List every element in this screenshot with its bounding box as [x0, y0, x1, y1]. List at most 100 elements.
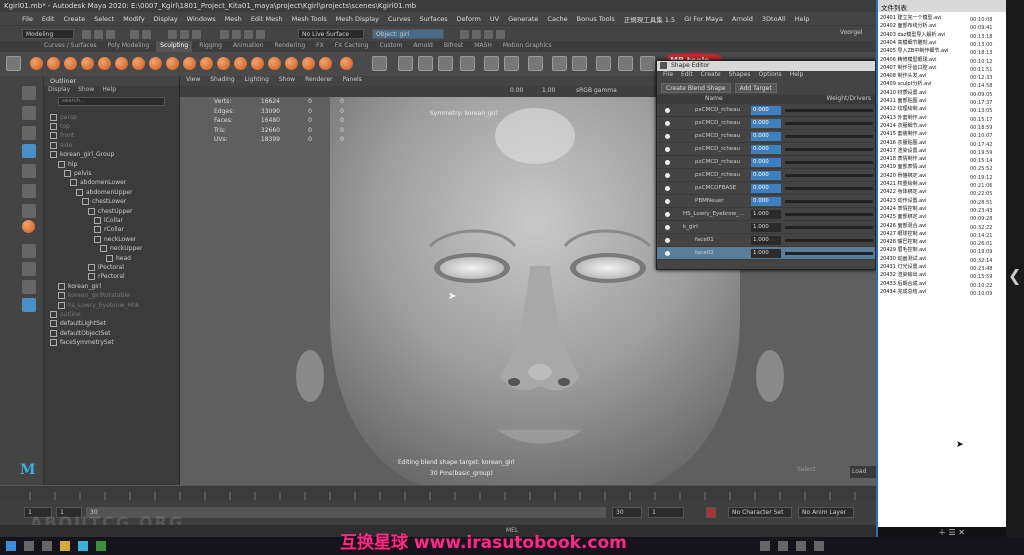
menu-13[interactable]: Deform — [457, 15, 481, 23]
snap-point-icon[interactable] — [244, 30, 253, 39]
blendshape-target-row[interactable]: face01 1.000 — [657, 234, 875, 247]
file-list-item[interactable]: 20415 套装制作.avi 00:10:07 — [880, 130, 1006, 138]
wax-brush-icon[interactable] — [200, 57, 213, 70]
sculpt-brush-icon[interactable] — [30, 57, 43, 70]
amplify-brush-icon[interactable] — [302, 57, 315, 70]
file-list-item[interactable]: 20425 面部绑定.avi 00:09:28 — [880, 213, 1006, 221]
shape-editor-menu-1[interactable]: Edit — [681, 71, 693, 81]
menu-17[interactable]: Bonus Tools — [577, 15, 615, 23]
wrap-tool-icon[interactable] — [504, 56, 519, 71]
weight-field[interactable]: 0.000 — [751, 119, 781, 128]
add-icon[interactable]: ＋ — [938, 528, 946, 537]
blendshape-target-row[interactable]: HS_Lowry_Eyebrow_... 1.000 — [657, 208, 875, 221]
shape-editor-menu-2[interactable]: Create — [701, 71, 721, 81]
weight-slider[interactable] — [785, 161, 873, 164]
menu-18[interactable]: 正規現工具集 1.5 — [624, 14, 675, 24]
add-target-button[interactable]: Add Target — [734, 83, 777, 93]
maya-taskbar-icon[interactable] — [78, 541, 88, 551]
weight-field[interactable]: 0.000 — [751, 106, 781, 115]
smear-brush-icon[interactable] — [268, 57, 281, 70]
repeat-brush-icon[interactable] — [166, 57, 179, 70]
snap-surface-icon[interactable] — [256, 30, 265, 39]
visibility-icon[interactable] — [665, 160, 670, 165]
knife-brush-icon[interactable] — [251, 57, 264, 70]
menu-1[interactable]: Edit — [42, 15, 55, 23]
weight-slider[interactable] — [785, 200, 873, 203]
bulge-brush-icon[interactable] — [285, 57, 298, 70]
shelf-tab-7[interactable]: FX Caching — [331, 41, 373, 52]
two-view-icon[interactable] — [22, 280, 36, 294]
file-list-item[interactable]: 20432 渲染输出.avi 00:15:59 — [880, 271, 1006, 279]
uv-tool-icon[interactable] — [438, 56, 453, 71]
visibility-icon[interactable] — [665, 251, 670, 256]
weight-slider[interactable] — [785, 174, 873, 177]
shelf-tab-3[interactable]: Rigging — [195, 41, 226, 52]
select-hierarchy-icon[interactable] — [168, 30, 177, 39]
far-clip-value[interactable]: 1.00 — [542, 87, 555, 94]
shape-editor-menu-4[interactable]: Options — [759, 71, 782, 81]
file-list-item[interactable]: 20409 sculpt分析.avi 00:14:58 — [880, 80, 1006, 88]
save-scene-icon[interactable] — [106, 30, 115, 39]
visibility-icon[interactable] — [665, 186, 670, 191]
visibility-icon[interactable] — [665, 134, 670, 139]
scrape-brush-icon[interactable] — [217, 57, 230, 70]
weight-field[interactable]: 1.000 — [751, 223, 781, 232]
shape-tool-icon[interactable] — [572, 56, 587, 71]
file-list-item[interactable]: 20414 衣服细节.avi 00:18:59 — [880, 122, 1006, 130]
spray-brush-icon[interactable] — [149, 57, 162, 70]
chevron-left-icon[interactable]: ❮ — [1008, 266, 1021, 285]
viewport-menu-4[interactable]: Renderer — [305, 76, 332, 86]
menu-4[interactable]: Modify — [123, 15, 145, 23]
task-view-icon[interactable] — [42, 541, 52, 551]
character-set-dropdown[interactable]: No Character Set — [728, 507, 792, 518]
user-name[interactable]: Voorgel — [840, 29, 863, 36]
single-view-icon[interactable] — [22, 244, 36, 258]
weight-field[interactable]: 1.000 — [751, 210, 781, 219]
pinch-brush-icon[interactable] — [98, 57, 111, 70]
blendshape-target-row[interactable]: PBMNeuer 0.000 — [657, 195, 875, 208]
weight-field[interactable]: 0.000 — [751, 145, 781, 154]
weight-slider[interactable] — [785, 213, 873, 216]
search-icon[interactable] — [24, 541, 34, 551]
menu-3[interactable]: Select — [94, 15, 114, 23]
blendshape-target-row[interactable]: k_girl 1.000 — [657, 221, 875, 234]
end-frame-field[interactable]: 1 — [648, 507, 684, 518]
relax-brush-icon[interactable] — [64, 57, 77, 70]
file-list-item[interactable]: 20412 纹理绘制.avi 00:13:05 — [880, 105, 1006, 113]
menu-15[interactable]: Generate — [508, 15, 538, 23]
viewport-menu-3[interactable]: Show — [279, 76, 295, 86]
weight-slider[interactable] — [785, 187, 873, 190]
foamy-brush-icon[interactable] — [132, 57, 145, 70]
shelf-tab-6[interactable]: FX — [312, 41, 328, 52]
network-icon[interactable] — [778, 541, 788, 551]
file-list-item[interactable]: 20422 身体绑定.avi 00:22:05 — [880, 188, 1006, 196]
mode-dropdown[interactable]: Modeling — [22, 29, 74, 39]
move-tool-icon[interactable] — [22, 144, 36, 158]
blendshape-target-row[interactable]: pxCMCD_rcheau 0.000 — [657, 104, 875, 117]
shelf-tab-1[interactable]: Poly Modeling — [104, 41, 154, 52]
blendshape-target-row[interactable]: pxCMCD_rcheau 0.000 — [657, 130, 875, 143]
near-clip-value[interactable]: 0.00 — [510, 87, 523, 94]
menu-8[interactable]: Edit Mesh — [251, 15, 283, 23]
delete-icon[interactable]: ✕ — [958, 528, 965, 537]
file-list-item[interactable]: 20431 灯光设置.avi 00:23:48 — [880, 263, 1006, 271]
shelf-tab-2[interactable]: Sculpting — [156, 41, 193, 52]
undo-icon[interactable] — [130, 30, 139, 39]
time-slider[interactable] — [0, 485, 876, 501]
ipr-render-icon[interactable] — [472, 30, 481, 39]
menu-20[interactable]: Arnold — [732, 15, 753, 23]
shelf-tab-12[interactable]: Motion Graphics — [499, 41, 556, 52]
load-button[interactable]: Load — [850, 466, 876, 478]
weight-slider[interactable] — [785, 148, 873, 151]
outliner-menu-display[interactable]: Display — [48, 86, 70, 96]
file-list-item[interactable]: 20410 材质设置.avi 00:09:05 — [880, 89, 1006, 97]
grab-brush-icon[interactable] — [81, 57, 94, 70]
four-view-icon[interactable] — [22, 262, 36, 276]
sculpt-toolbox-icon[interactable] — [22, 220, 35, 233]
shape-editor-menu-5[interactable]: Help — [790, 71, 804, 81]
cut-tool-icon[interactable] — [552, 56, 567, 71]
menu-21[interactable]: 3DtoAll — [762, 15, 786, 23]
shelf-tab-5[interactable]: Rendering — [271, 41, 310, 52]
mirror-tool-icon[interactable] — [398, 56, 413, 71]
shelf-tab-0[interactable]: Curves / Surfaces — [40, 41, 101, 52]
